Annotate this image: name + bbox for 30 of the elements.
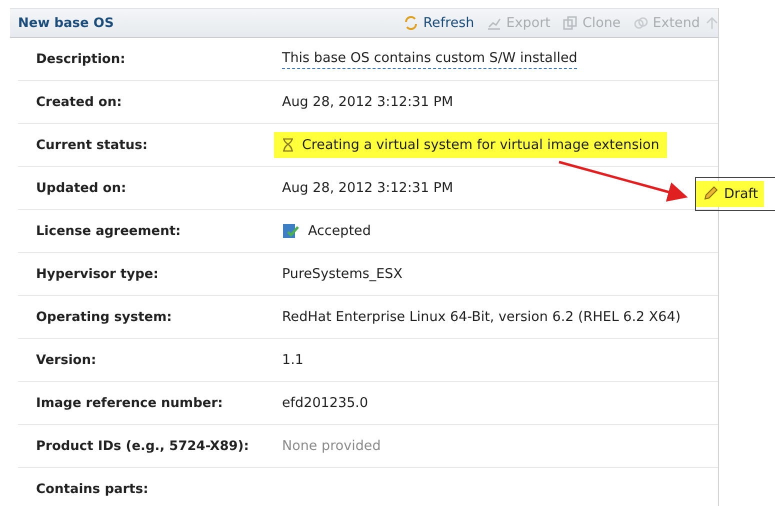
field-value: efd201235.0 xyxy=(282,395,368,411)
field-label: Product IDs (e.g., 5724-X89): xyxy=(36,438,250,454)
refresh-icon xyxy=(403,15,420,31)
field-value: RedHat Enterprise Linux 64-Bit, version 6.2 (RHEL 6.2 X64) xyxy=(282,309,681,325)
draft-label: Draft xyxy=(696,181,764,207)
field-label: Created on: xyxy=(36,94,123,110)
status-highlight: Creating a virtual system for virtual image extension xyxy=(274,132,668,158)
document-check-icon xyxy=(282,223,300,239)
field-value: None provided xyxy=(282,438,381,454)
field-value: Aug 28, 2012 3:12:31 PM xyxy=(282,180,454,196)
field-label: Updated on: xyxy=(36,180,128,196)
pencil-icon xyxy=(702,186,718,202)
copy-icon xyxy=(562,15,578,31)
field-label: Description: xyxy=(36,52,126,66)
toolbar-button[interactable]: Refresh xyxy=(397,15,480,31)
field-value: 1.1 xyxy=(282,352,304,368)
panel-title: New base OS xyxy=(18,16,115,30)
field-label: License agreement: xyxy=(36,224,182,238)
field-label: Contains parts: xyxy=(36,482,150,496)
field-value: PureSystems_ESX xyxy=(282,266,402,282)
link-icon xyxy=(632,15,649,31)
editable-value[interactable]: This base OS contains custom S/W installed xyxy=(282,50,578,68)
field-value: Aug 28, 2012 3:12:31 PM xyxy=(282,94,454,110)
field-label: Operating system: xyxy=(36,310,173,324)
field-label: Current status: xyxy=(36,138,149,152)
hourglass-icon xyxy=(282,138,294,152)
field-label: Hypervisor type: xyxy=(36,266,160,282)
field-label: Image reference number: xyxy=(36,396,224,410)
field-label: Version: xyxy=(36,352,98,368)
field-value: Accepted xyxy=(308,223,371,239)
